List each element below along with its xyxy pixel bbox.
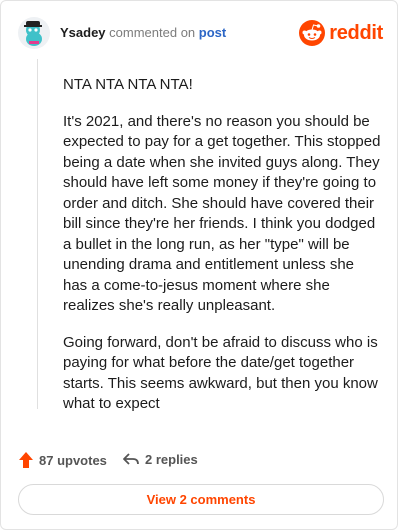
upvote-arrow-icon: [19, 452, 33, 468]
comment-header: Ysadey commented on post reddit: [18, 15, 383, 51]
action-text: commented on: [109, 25, 196, 40]
comment-body: NTA NTA NTA NTA! It's 2021, and there's …: [63, 75, 381, 431]
upvote-count: 87 upvotes: [39, 452, 107, 468]
reply-count: 2 replies: [145, 451, 198, 467]
thread-line[interactable]: [37, 59, 38, 409]
post-link[interactable]: post: [199, 25, 226, 40]
reddit-wordmark: reddit: [329, 21, 383, 44]
upvote-button[interactable]: 87 upvotes: [18, 451, 107, 469]
comment-paragraph: It's 2021, and there's no reason you sho…: [63, 112, 381, 315]
comment-paragraph: NTA NTA NTA NTA!: [63, 76, 193, 93]
snoo-avatar-icon[interactable]: [18, 17, 50, 49]
reddit-logo-icon: [299, 20, 326, 46]
replies-button[interactable]: 2 replies: [122, 451, 198, 467]
comment-card: Ysadey commented on post reddit NTA NTA …: [0, 0, 398, 530]
username-link[interactable]: Ysadey: [60, 25, 106, 40]
view-comments-button[interactable]: View 2 comments: [18, 484, 384, 515]
reply-arrow-icon: [123, 453, 139, 465]
comment-meta: Ysadey commented on post: [60, 25, 226, 40]
comment-paragraph: Going forward, don't be afraid to discus…: [63, 333, 378, 413]
reddit-brand[interactable]: reddit: [299, 19, 383, 47]
comment-footer: 87 upvotes 2 replies: [18, 451, 383, 471]
